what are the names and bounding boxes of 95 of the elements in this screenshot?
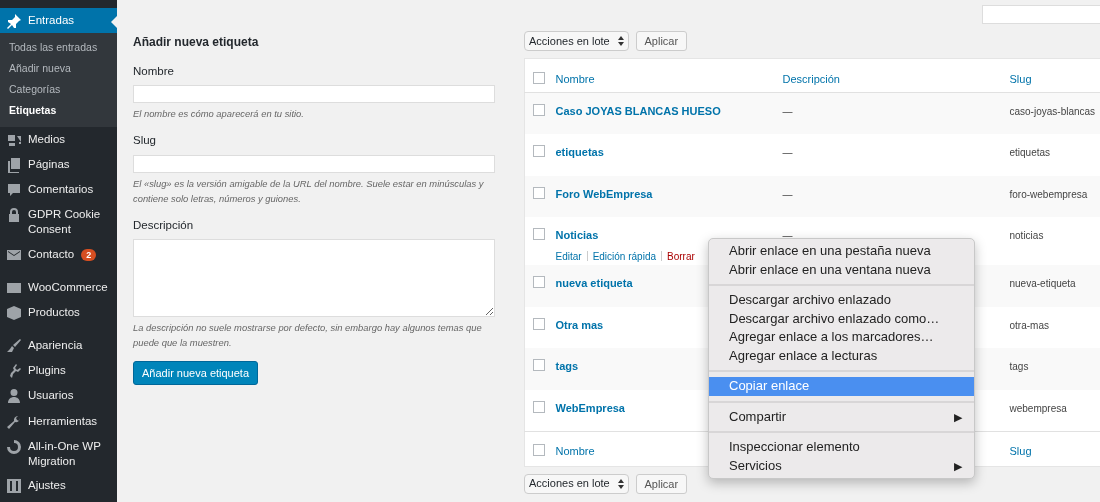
column-header[interactable]: Nombre	[555, 73, 595, 85]
slug-text: noticias	[1009, 230, 1044, 241]
tag-name-link[interactable]: Noticias	[555, 229, 599, 241]
help-text: El nombre es cómo aparecerá en tu sitio.	[133, 107, 305, 122]
checkbox[interactable]	[533, 228, 545, 240]
menu-item[interactable]: Abrir enlace en una pestaña nueva	[709, 242, 974, 261]
tag-name-link[interactable]: Caso JOYAS BLANCAS HUESO	[555, 105, 721, 117]
apply-button[interactable]: Aplicar	[635, 31, 688, 51]
apply-button[interactable]: Aplicar	[635, 473, 688, 494]
description-text: —	[782, 147, 793, 158]
checkbox[interactable]	[533, 72, 545, 84]
tag-name-link[interactable]: nueva etiqueta	[555, 277, 633, 289]
select-arrows-icon	[618, 478, 624, 489]
slug-text: foro-webempresa	[1009, 188, 1088, 200]
brush-icon	[6, 338, 22, 355]
column-header[interactable]: Slug	[1009, 444, 1032, 457]
menu-item[interactable]: Compartir ▶	[709, 407, 974, 426]
column-header[interactable]: Nombre	[555, 444, 595, 457]
pages-icon	[6, 156, 22, 173]
row-action-link[interactable]: Edición rápida	[592, 250, 656, 262]
input-field[interactable]	[133, 154, 495, 173]
checkbox[interactable]	[533, 400, 545, 413]
sidebar-item[interactable]: GDPR Cookie Consent	[0, 202, 117, 242]
help-text: La descripción no suele mostrarse por defecto, sin embargo hay algunos temas que puede que la muestren.	[133, 320, 483, 350]
submenu-item[interactable]: Categorías	[0, 79, 117, 101]
slug-text: otra-mas	[1009, 319, 1049, 331]
pin-icon	[6, 12, 22, 29]
submenu-arrow: ▶	[954, 458, 962, 474]
sync-icon	[6, 438, 22, 455]
submenu-arrow: ▶	[954, 409, 962, 425]
sidebar-item[interactable]: Contacto 2	[0, 241, 117, 268]
tag-name-link[interactable]: etiquetas	[555, 146, 604, 158]
sidebar-item[interactable]: Productos	[0, 300, 117, 326]
description-text: —	[782, 230, 793, 241]
menu-item[interactable]: Abrir enlace en una ventana nueva	[709, 260, 974, 279]
sidebar-item[interactable]: Apariencia	[0, 333, 117, 359]
count-badge: 2	[81, 248, 97, 261]
sidebar-item[interactable]: Herramientas	[0, 409, 117, 435]
menu-item[interactable]: Inspeccionar elemento	[709, 438, 974, 457]
menu-item[interactable]: Descargar archivo enlazado	[709, 291, 974, 310]
column-header[interactable]: Descripción	[782, 73, 840, 85]
input-field[interactable]	[133, 85, 495, 104]
sidebar-item[interactable]: Entradas	[0, 8, 117, 34]
sidebar-item[interactable]: Medios	[0, 127, 117, 153]
user-icon	[6, 388, 22, 405]
slug-text: etiquetas	[1009, 147, 1051, 158]
checkbox[interactable]	[533, 186, 545, 199]
delete-link[interactable]: Borrar	[667, 250, 695, 262]
field-label: Slug	[133, 133, 158, 149]
column-header[interactable]: Slug	[1009, 73, 1032, 85]
tag-name-link[interactable]: tags	[555, 360, 579, 372]
sidebar-item[interactable]: All-in-One WP Migration	[0, 434, 117, 474]
tag-name-link[interactable]: WebEmpresa	[555, 401, 625, 414]
wrench-icon	[6, 413, 22, 430]
slug-text: webempresa	[1009, 402, 1067, 414]
slug-text: caso-joyas-blancas	[1009, 106, 1096, 117]
menu-item[interactable]: Servicios ▶	[709, 456, 974, 475]
checkbox[interactable]	[533, 145, 545, 157]
row-action-link[interactable]: Editar	[555, 250, 582, 262]
field-label: Nombre	[133, 64, 175, 79]
help-text: El «slug» es la versión amigable de la URL del nombre. Suele estar en minúsculas y contiene solo letras, números y guiones.	[133, 176, 485, 206]
slug-text: nueva-etiqueta	[1009, 278, 1076, 289]
checkbox[interactable]	[533, 443, 545, 456]
sidebar-item[interactable]: Páginas	[0, 152, 117, 178]
submenu-item[interactable]: Añadir nueva	[0, 58, 117, 80]
menu-item[interactable]: Agregar enlace a los marcadores…	[709, 328, 974, 347]
lock-icon	[6, 207, 22, 224]
sidebar-item[interactable]: WooCommerce	[0, 275, 117, 301]
bulk-actions-select[interactable]: Acciones en lote	[524, 473, 629, 494]
description-field[interactable]	[133, 238, 495, 317]
bulk-actions-select[interactable]: Acciones en lote	[524, 31, 629, 51]
submenu-item[interactable]: Etiquetas	[0, 100, 117, 122]
sidebar-item[interactable]: Plugins	[0, 358, 117, 384]
box-icon	[6, 304, 22, 321]
checkbox[interactable]	[533, 317, 545, 330]
submenu-item[interactable]: Todas las entradas	[0, 37, 117, 59]
search-field[interactable]	[982, 5, 1100, 24]
submit-button[interactable]: Añadir nueva etiqueta	[133, 360, 259, 386]
menu-item[interactable]: Descargar archivo enlazado como…	[709, 309, 974, 328]
description-text: —	[782, 188, 793, 200]
comment-icon	[6, 182, 22, 199]
checkbox[interactable]	[533, 276, 545, 288]
form-title: Añadir nueva etiqueta	[133, 34, 260, 51]
menu-item[interactable]: Agregar enlace a lecturas	[709, 346, 974, 365]
select-arrows-icon	[618, 36, 624, 46]
checkbox[interactable]	[533, 104, 545, 116]
sidebar-item[interactable]: Ajustes	[0, 473, 117, 499]
description-text: —	[782, 106, 793, 117]
sidebar-item[interactable]: Comentarios	[0, 177, 117, 203]
sidebar-item[interactable]: Usuarios	[0, 383, 117, 410]
tag-name-link[interactable]: Otra mas	[555, 318, 604, 331]
tag-name-link[interactable]: Foro WebEmpresa	[555, 187, 653, 200]
field-label: Descripción	[133, 217, 195, 233]
slug-text: tags	[1009, 361, 1029, 372]
checkbox[interactable]	[533, 359, 545, 371]
